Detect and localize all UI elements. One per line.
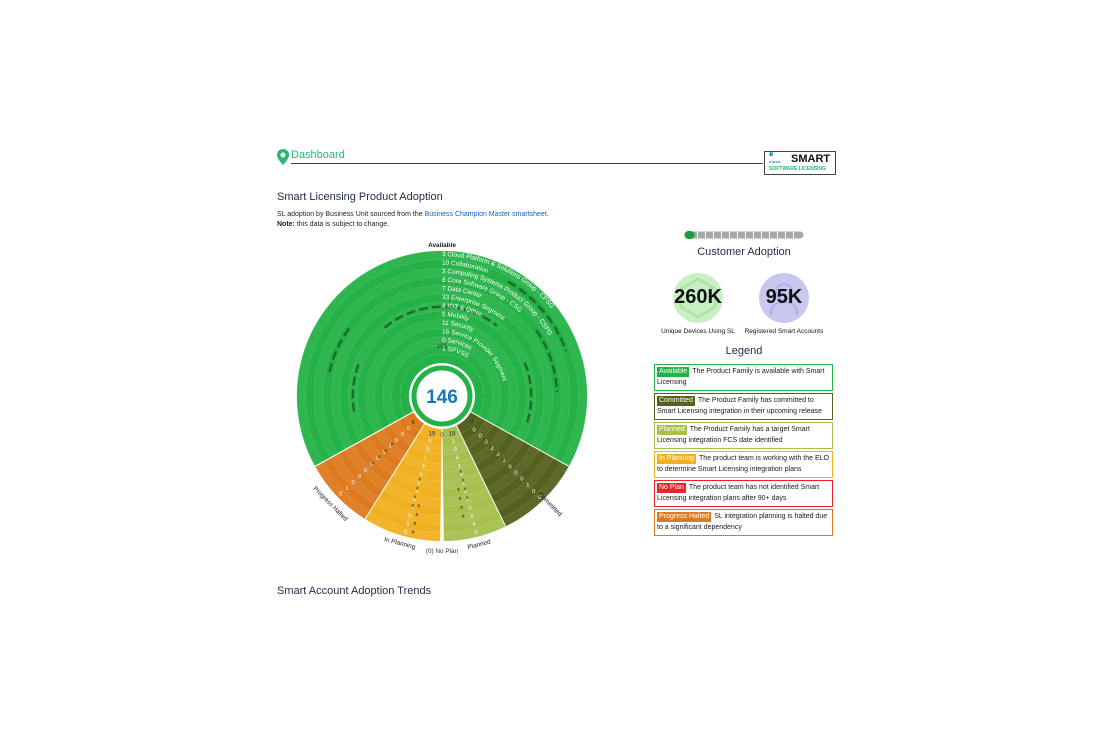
legend-badge: No Plan	[657, 483, 686, 493]
sector-name-label: In Planning	[383, 536, 416, 551]
stat-value: 95K	[765, 286, 803, 308]
sector-value: 0	[364, 468, 367, 474]
smart-licensing-logo: ılıılı cisco SMART SOFTWARE LICENSING	[764, 151, 836, 175]
no-plan-label: (0) No Plan	[426, 548, 459, 555]
sector-value: 0	[339, 492, 342, 498]
header-divider	[291, 163, 763, 164]
sector-total: 101	[437, 344, 448, 350]
legend-badge: Committed	[657, 396, 695, 406]
sector-value: 0	[479, 433, 482, 439]
sector-value: 0	[408, 513, 411, 519]
sector-value: 6	[456, 456, 459, 462]
sector-value: 0	[352, 480, 355, 486]
stat-label: Registered Smart Accounts	[744, 328, 824, 335]
sector-value: 2	[470, 514, 473, 520]
smartsheet-link[interactable]: Business Champion Master smartsheet	[425, 211, 547, 218]
legend-item-progress-halted: Progress Halted SL integration planning i…	[654, 509, 833, 536]
sector-value: 0	[508, 464, 511, 470]
sector-value: 0	[428, 439, 431, 445]
sector-value: 1	[458, 464, 461, 470]
product-adoption-chart: 3 Cloud Platform & Solutions Group - CPS…	[296, 242, 588, 555]
sector-value: 0	[407, 426, 410, 432]
carousel-slider[interactable]	[684, 230, 804, 240]
sector-value: 1	[452, 439, 455, 445]
stat-value: 260K	[674, 286, 722, 308]
customer-adoption-title: Customer Adoption	[697, 246, 791, 258]
sector-value: 0	[454, 447, 457, 453]
sector-value: 0	[358, 474, 361, 480]
center-total: 146	[426, 387, 458, 408]
sector-value: 0	[406, 522, 409, 528]
stat-circle: 260K	[673, 273, 723, 323]
logo-title: SMART	[791, 153, 831, 165]
legend-item-committed: Committed The Product Family has committe…	[654, 393, 833, 420]
sector-value: 0	[420, 472, 423, 478]
legend-title: Legend	[725, 345, 763, 357]
legend-badge: In Planning	[657, 454, 697, 464]
sector-value: 0	[395, 438, 398, 444]
sector-total: 18	[449, 432, 456, 438]
legend-badge: Available	[657, 367, 690, 377]
sector-value: 1	[424, 455, 427, 461]
sector-value: 0	[426, 447, 429, 453]
legend-item-no-plan: No Plan The product team has not identifi…	[654, 480, 833, 507]
sector-total: 19	[429, 432, 436, 438]
sector-value: 0	[520, 477, 523, 483]
sector-value: 0	[468, 506, 471, 512]
sector-value: 0	[401, 432, 404, 438]
legend-item-planned: Planned The Product Family has a target S…	[654, 422, 833, 449]
section-title: Smart Licensing Product Adoption	[277, 191, 443, 203]
legend-badge: Progress Halted	[657, 512, 712, 522]
sector-value: 1	[345, 486, 348, 492]
section-description: SL adoption by Business Unit sourced fro…	[277, 211, 549, 218]
legend-item-available: Available The Product Family is available…	[654, 364, 833, 391]
legend-item-in-planning: In Planning The product team is working w…	[654, 451, 833, 478]
logo-brand: cisco	[769, 159, 781, 164]
legend-badge: Planned	[657, 425, 687, 435]
sector-value: 0	[532, 489, 535, 495]
sector-value: 0	[404, 530, 407, 536]
sector-name-label: Planned	[467, 538, 492, 551]
sector-name-label: Committed	[536, 491, 563, 518]
sector-value: 0	[474, 531, 477, 537]
section-title-trends: Smart Account Adoption Trends	[277, 585, 432, 597]
sector-value: 0	[514, 471, 517, 477]
stat-label: Unique Devices Using SL	[661, 328, 735, 335]
sector-value: 0	[473, 427, 476, 433]
stat-unique-devices: 260K Unique Devices Using SL	[648, 273, 748, 335]
stat-registered-accounts: 95K Registered Smart Accounts	[734, 273, 834, 335]
sector-value: 1	[526, 483, 529, 489]
location-pin-icon	[277, 149, 289, 165]
slider-handle	[684, 231, 695, 239]
section-note: Note: this data is subject to change.	[277, 221, 390, 228]
nav-dashboard-link[interactable]: Dashboard	[291, 149, 345, 161]
cisco-bars-icon: ılıılı	[769, 152, 773, 158]
logo-subtitle: SOFTWARE LICENSING	[769, 166, 826, 172]
stat-circle: 95K	[759, 273, 809, 323]
sector-name-label: Available	[428, 242, 456, 249]
